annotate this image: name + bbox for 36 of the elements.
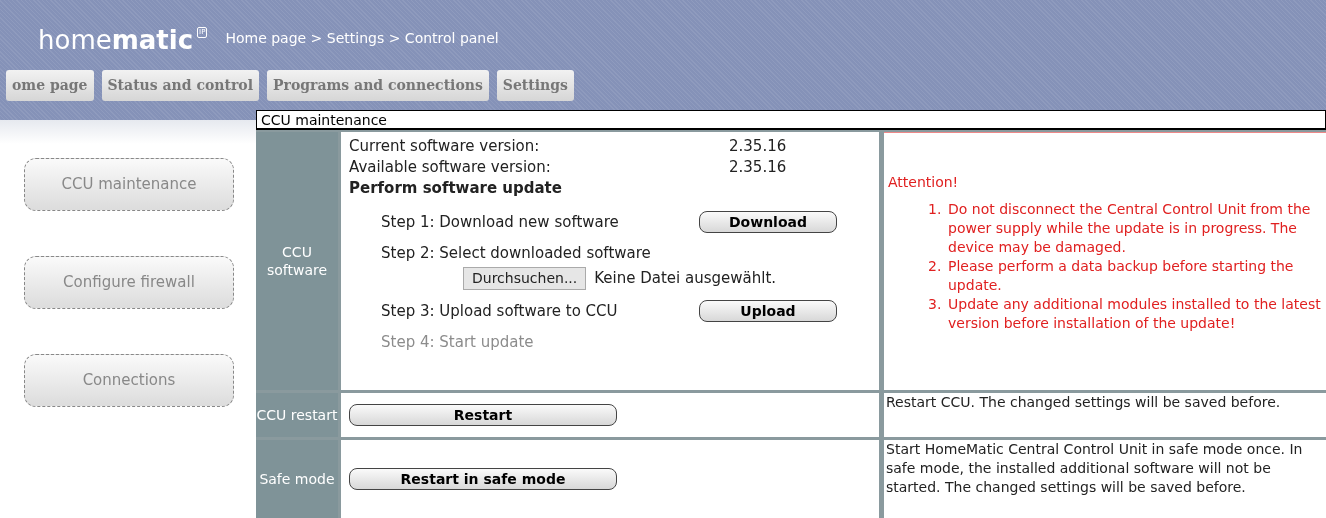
attention-title: Attention! (888, 173, 959, 192)
file-status: Keine Datei ausgewählt. (594, 268, 777, 289)
description-text: Restart CCU. The changed settings will be saved before. (886, 394, 1281, 410)
action-button[interactable]: Upload (699, 300, 837, 322)
step-text: Step 4: Start update (381, 333, 534, 351)
notice-item: Update any additional modules installed to the latest version before installation of the update! (948, 295, 1322, 333)
version-value: 2.35.16 (729, 157, 787, 178)
nav-tab[interactable]: ome page (6, 70, 94, 101)
nav-tab[interactable]: Settings (496, 70, 574, 101)
row-label: CCU software (256, 132, 338, 390)
browse-button[interactable]: Durchsuchen... (463, 267, 587, 290)
step-text: Step 1: Download new software (381, 212, 619, 231)
sidebar-button[interactable]: Connections (24, 354, 234, 407)
sidebar-button[interactable]: CCU maintenance (24, 158, 234, 211)
version-value: 2.35.16 (729, 136, 787, 157)
list-number: 3. (928, 295, 943, 314)
sidebar-button[interactable]: Configure firewall (24, 256, 234, 309)
list-number: 1. (928, 200, 943, 219)
version-label: Current software version: (349, 136, 541, 157)
step-text: Step 2: Select downloaded software (381, 244, 651, 262)
nav-tab[interactable]: Programs and connections (267, 70, 489, 101)
description-text: Start HomeMatic Central Control Unit in safe mode once. In safe mode, the installed additional software will not be started. The changed settings will be saved before. (886, 441, 1303, 495)
section-heading: Perform software update (349, 178, 562, 199)
nav-tab[interactable]: Status and control (101, 70, 259, 101)
version-label: Available software version: (349, 157, 552, 178)
action-button[interactable]: Restart (349, 404, 617, 426)
panel-title: CCU maintenance (256, 110, 1326, 130)
action-button[interactable]: Download (699, 211, 837, 233)
action-button[interactable]: Restart in safe mode (349, 468, 617, 490)
step-text: Step 3: Upload software to CCU (381, 301, 618, 320)
row-label: Safe mode (256, 440, 338, 518)
notice-item: Please perform a data backup before starting the update. (948, 257, 1295, 295)
notice-item: Do not disconnect the Central Control Unit from the power supply while the update is in progress. The device may be damaged. (948, 200, 1312, 257)
list-number: 2. (928, 257, 943, 276)
row-label: CCU restart (256, 393, 338, 437)
breadcrumb: Home page > Settings > Control panel (225, 29, 499, 48)
